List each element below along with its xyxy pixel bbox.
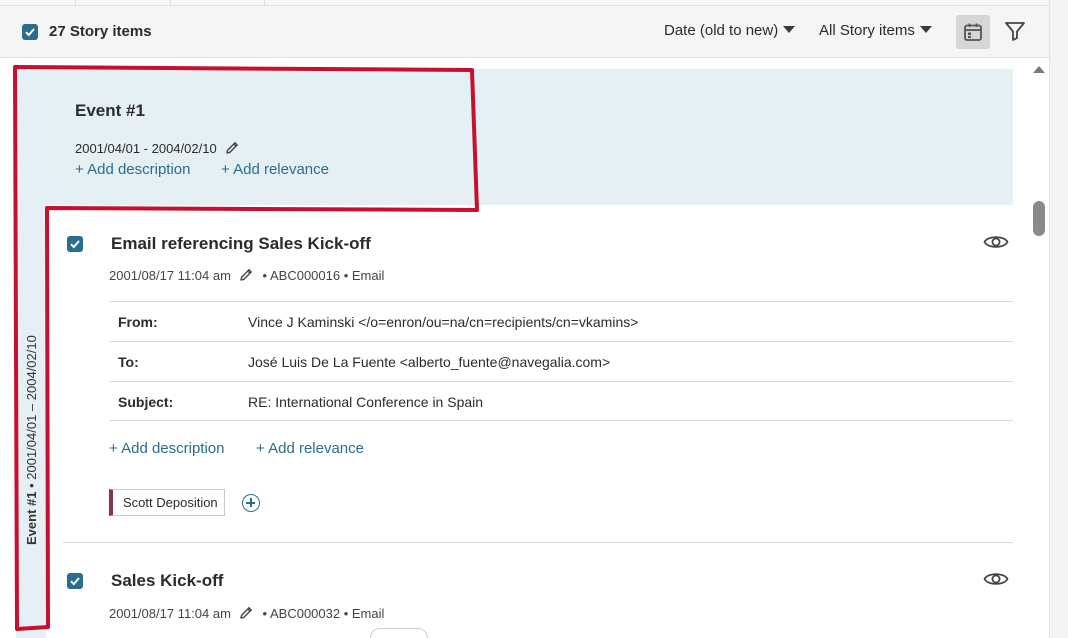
event-dates-text: 2001/04/01 - 2004/02/10	[75, 141, 217, 156]
filter-icon	[1005, 22, 1025, 41]
add-tag-plus-icon[interactable]	[242, 494, 260, 512]
event-add-relevance-link[interactable]: + Add relevance	[221, 161, 329, 178]
edit-pencil-icon[interactable]	[238, 605, 254, 624]
sort-dropdown[interactable]: Date (old to new)	[664, 22, 796, 39]
story-toolbar: 27 Story items Date (old to new) All Sto…	[0, 6, 1050, 58]
story-item-count: 27 Story items	[49, 23, 152, 40]
item-add-relevance-link[interactable]: + Add relevance	[256, 440, 364, 457]
scope-dropdown-label: All Story items	[819, 22, 915, 39]
select-all-checkbox[interactable]	[22, 24, 38, 40]
event-date-range: 2001/04/01 - 2004/02/10	[75, 140, 240, 159]
event-vertical-dates: • 2001/04/01 – 2004/02/10	[24, 335, 39, 492]
floating-control[interactable]	[370, 628, 428, 638]
item-separator	[63, 542, 1013, 543]
item-title[interactable]: Email referencing Sales Kick-off	[111, 234, 371, 254]
item-doc-info: • ABC000032 • Email	[262, 606, 385, 621]
from-value: Vince J Kaminski </o=enron/ou=na/cn=reci…	[248, 314, 639, 330]
item-timestamp: 2001/08/17 11:04 am	[109, 268, 231, 283]
divider	[109, 420, 1013, 421]
item-meta: 2001/08/17 11:04 am • ABC000032 • Email	[109, 605, 384, 624]
event-vertical-label: Event #1 • 2001/04/01 – 2004/02/10	[24, 335, 39, 545]
scrollbar-track[interactable]	[1028, 58, 1050, 638]
sort-dropdown-label: Date (old to new)	[664, 22, 779, 39]
eye-icon[interactable]	[983, 570, 1009, 588]
event-add-description-link[interactable]: + Add description	[75, 161, 191, 178]
calendar-icon	[964, 23, 982, 41]
subject-label: Subject:	[118, 394, 174, 410]
to-label: To:	[118, 354, 139, 370]
checkmark-icon	[25, 28, 35, 37]
eye-icon[interactable]	[983, 233, 1009, 251]
divider	[109, 301, 1013, 302]
calendar-view-button[interactable]	[956, 15, 990, 49]
event-vertical-name: Event #1	[24, 491, 39, 545]
filter-button[interactable]	[1003, 19, 1027, 43]
item-checkbox[interactable]	[67, 573, 83, 589]
event-title: Event #1	[75, 101, 145, 120]
checkmark-icon	[70, 577, 80, 586]
edit-pencil-icon[interactable]	[224, 140, 240, 159]
item-checkbox[interactable]	[67, 236, 83, 252]
to-value: José Luis De La Fuente <alberto_fuente@n…	[248, 354, 611, 370]
item-doc-info: • ABC000016 • Email	[262, 268, 385, 283]
scroll-up-arrow-icon[interactable]	[1033, 66, 1045, 73]
chevron-down-icon	[919, 26, 932, 33]
divider	[109, 381, 1013, 382]
item-meta: 2001/08/17 11:04 am • ABC000016 • Email	[109, 267, 384, 286]
item-timestamp: 2001/08/17 11:04 am	[109, 606, 231, 621]
divider	[109, 341, 1013, 342]
event-header	[16, 69, 1013, 205]
chevron-down-icon	[783, 26, 796, 33]
issue-tag[interactable]: Scott Deposition	[109, 489, 225, 516]
item-title[interactable]: Sales Kick-off	[111, 571, 223, 591]
right-panel-edge	[1049, 0, 1068, 638]
issue-tag-label: Scott Deposition	[123, 495, 218, 510]
item-add-description-link[interactable]: + Add description	[109, 440, 225, 457]
subject-value: RE: International Conference in Spain	[248, 394, 484, 410]
edit-pencil-icon[interactable]	[238, 267, 254, 286]
scope-dropdown[interactable]: All Story items	[819, 22, 932, 39]
checkmark-icon	[70, 240, 80, 249]
scrollbar-thumb[interactable]	[1033, 201, 1045, 236]
from-label: From:	[118, 314, 158, 330]
